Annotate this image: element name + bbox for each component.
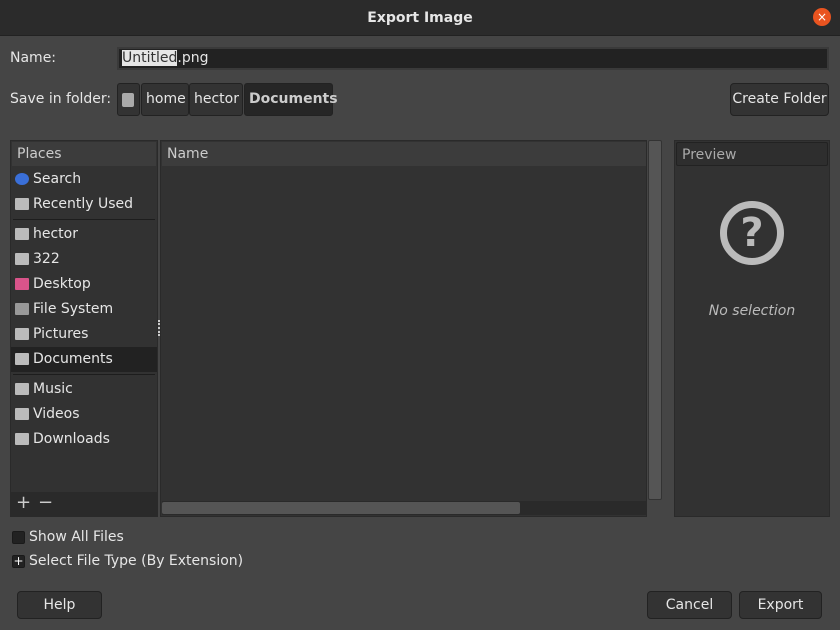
- place-label: hector: [33, 226, 78, 242]
- preview-header: Preview: [676, 142, 828, 166]
- question-icon: ?: [720, 201, 784, 265]
- folder-icon: [15, 253, 29, 265]
- expander-icon[interactable]: +: [12, 555, 25, 568]
- no-selection-text: No selection: [708, 303, 796, 319]
- drive-icon: [15, 303, 29, 315]
- place-item-hector[interactable]: hector: [11, 222, 157, 247]
- place-item-music[interactable]: Music: [11, 377, 157, 402]
- window-title: Export Image: [367, 10, 473, 26]
- export-button[interactable]: Export: [739, 591, 822, 619]
- create-folder-button[interactable]: Create Folder: [730, 83, 829, 116]
- preview-panel: Preview ? No selection: [674, 140, 830, 517]
- show-all-files-label[interactable]: Show All Files: [29, 529, 124, 545]
- search-icon: [15, 173, 29, 185]
- place-item-videos[interactable]: Videos: [11, 402, 157, 427]
- show-all-files-checkbox[interactable]: [12, 531, 25, 544]
- crumb-home[interactable]: home: [141, 83, 189, 116]
- place-item-recently-used[interactable]: Recently Used: [11, 192, 157, 217]
- filename-selected: Untitled: [122, 50, 178, 66]
- file-list[interactable]: Name: [160, 140, 647, 517]
- place-label: Desktop: [33, 276, 91, 292]
- crumb-documents[interactable]: Documents: [244, 83, 338, 116]
- title-bar: Export Image ×: [0, 0, 840, 36]
- place-item-desktop[interactable]: Desktop: [11, 272, 157, 297]
- crumb-hector[interactable]: hector: [189, 83, 243, 116]
- place-label: 322: [33, 251, 60, 267]
- folder-icon: [15, 383, 29, 395]
- column-name[interactable]: Name: [162, 142, 646, 166]
- place-item-documents[interactable]: Documents: [11, 347, 157, 372]
- horizontal-scrollbar[interactable]: [162, 501, 646, 515]
- place-item-file-system[interactable]: File System: [11, 297, 157, 322]
- place-item-search[interactable]: Search: [11, 167, 157, 192]
- filename-input[interactable]: Untitled.png: [117, 47, 829, 70]
- places-separator: [13, 374, 155, 375]
- place-label: Videos: [33, 406, 80, 422]
- file-type-expander[interactable]: Select File Type (By Extension): [29, 553, 243, 569]
- place-label: File System: [33, 301, 114, 317]
- place-label: Downloads: [33, 431, 110, 447]
- place-label: Music: [33, 381, 73, 397]
- folder-label: Save in folder:: [10, 91, 112, 107]
- places-separator: [13, 219, 155, 220]
- place-item-pictures[interactable]: Pictures: [11, 322, 157, 347]
- place-label: Recently Used: [33, 196, 134, 212]
- filename-extension: .png: [177, 50, 209, 66]
- place-label: Documents: [33, 351, 113, 367]
- drive-icon: [122, 93, 134, 107]
- folder-icon: [15, 408, 29, 420]
- help-button[interactable]: Help: [17, 591, 102, 619]
- folder-icon: [15, 353, 29, 365]
- crumb-root[interactable]: [117, 83, 140, 116]
- folder-icon: [15, 433, 29, 445]
- places-panel: Places Search Recently Used hector 322 Deskt…: [10, 140, 158, 517]
- folder-icon: [15, 328, 29, 340]
- remove-bookmark-button[interactable]: −: [38, 492, 53, 513]
- scrollbar-thumb[interactable]: [162, 502, 520, 514]
- cancel-button[interactable]: Cancel: [647, 591, 732, 619]
- vertical-scrollbar[interactable]: [648, 140, 662, 500]
- place-label: Pictures: [33, 326, 89, 342]
- places-header: Places: [12, 142, 156, 166]
- recent-icon: [15, 198, 29, 210]
- place-item-downloads[interactable]: Downloads: [11, 427, 157, 452]
- close-button[interactable]: ×: [813, 8, 831, 26]
- place-label: Search: [33, 171, 82, 187]
- places-toolbar: + −: [11, 492, 157, 516]
- add-bookmark-button[interactable]: +: [16, 492, 31, 513]
- folder-icon: [15, 228, 29, 240]
- name-label: Name:: [10, 50, 57, 66]
- place-item-322[interactable]: 322: [11, 247, 157, 272]
- desktop-icon: [15, 278, 29, 290]
